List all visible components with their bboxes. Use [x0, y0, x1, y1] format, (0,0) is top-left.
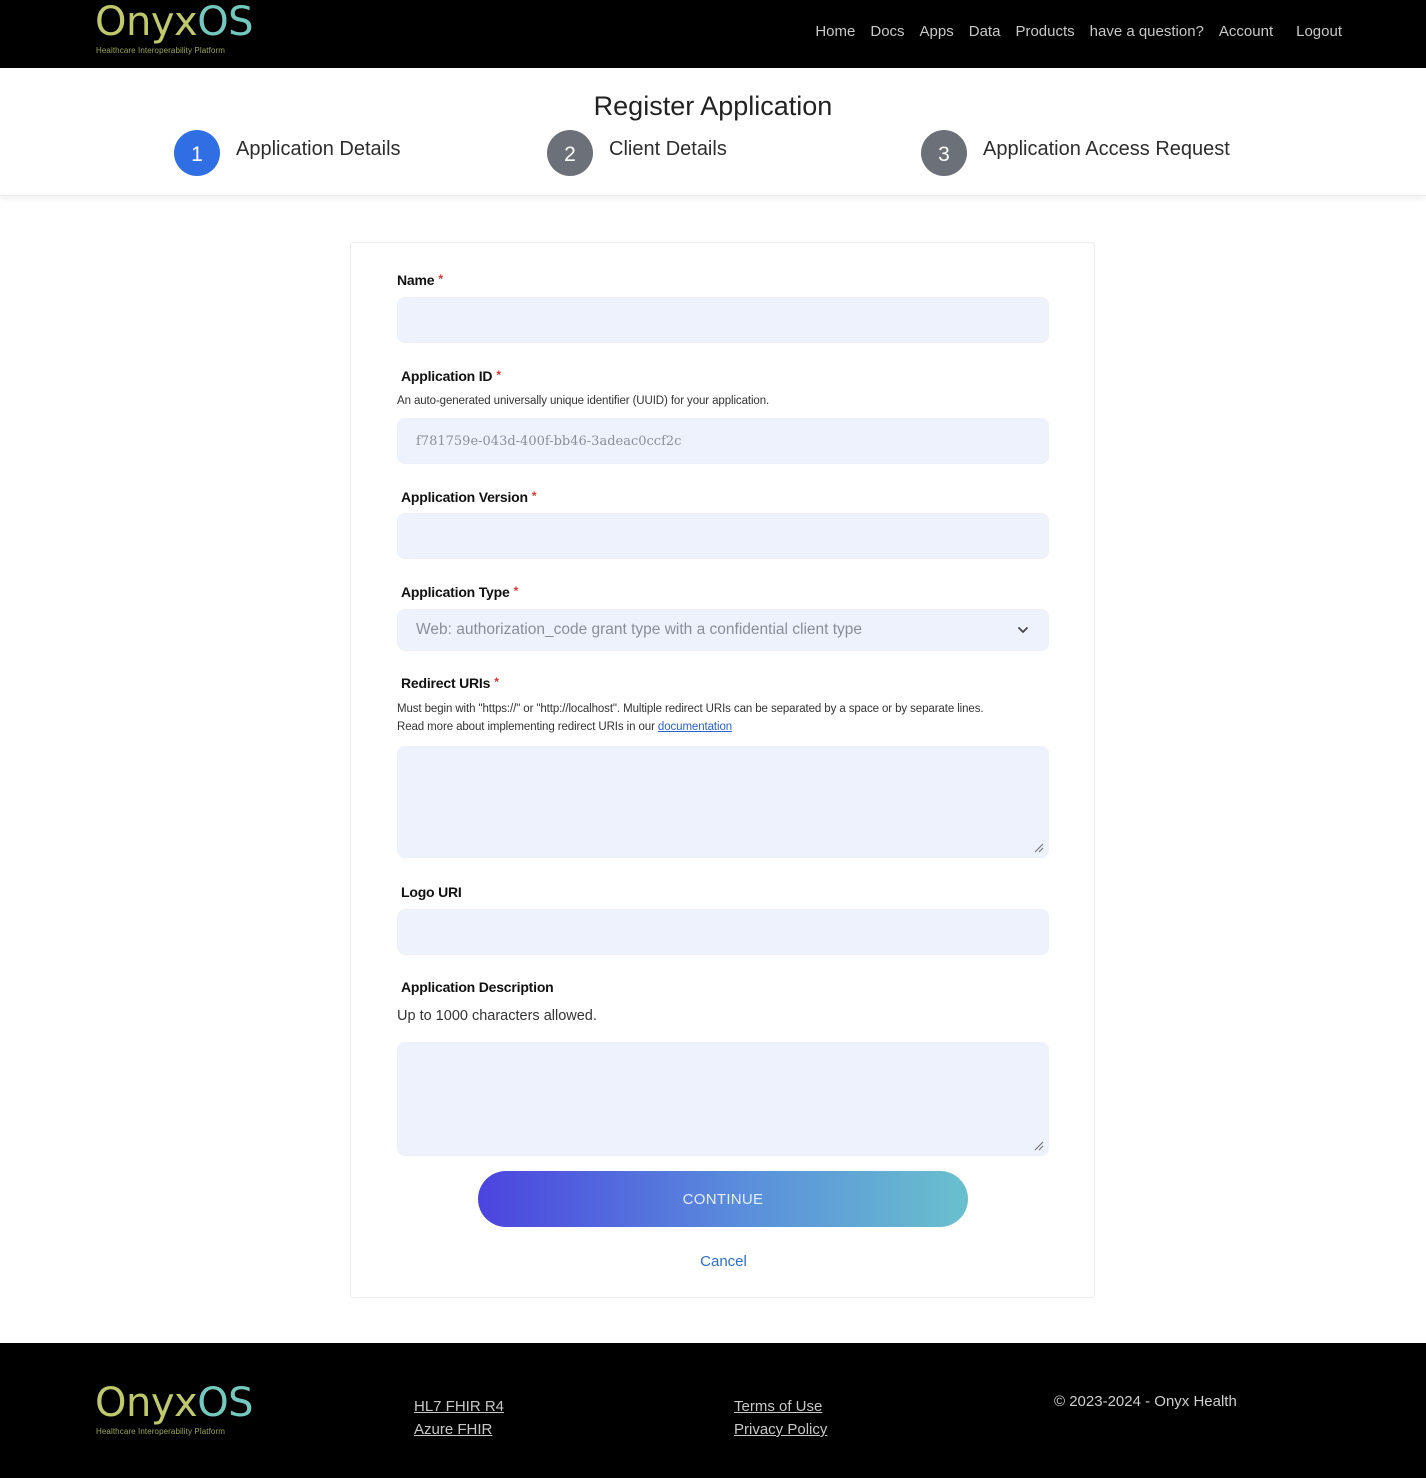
step-client-details: 2 Client Details — [547, 130, 727, 176]
required-marker: * — [494, 675, 499, 689]
nav-docs[interactable]: Docs — [870, 22, 904, 42]
page-footer: OnyxOS Healthcare Interoperability Platf… — [0, 1343, 1426, 1478]
application-id-label: Application ID * — [401, 368, 501, 384]
step-label-3: Application Access Request — [983, 137, 1230, 160]
step-number-2: 2 — [547, 130, 593, 176]
logo-uri-label: Logo URI — [401, 884, 462, 900]
footer-link-terms-of-use[interactable]: Terms of Use — [734, 1395, 827, 1418]
footer-onyxos-logo[interactable]: OnyxOS Healthcare Interoperability Platf… — [95, 1380, 265, 1445]
step-application-access-request: 3 Application Access Request — [921, 130, 1230, 176]
logo-tagline: Healthcare Interoperability Platform — [96, 46, 225, 55]
step-label-1: Application Details — [236, 137, 401, 160]
logo-wordmark: OnyxOS — [95, 1380, 254, 1426]
redirect-uris-help-line2: Read more about implementing redirect UR… — [397, 721, 733, 733]
redirect-uris-textarea[interactable] — [397, 746, 1049, 858]
resize-grip-icon[interactable] — [1032, 1139, 1044, 1151]
logo-wordmark: OnyxOS — [95, 0, 254, 45]
redirect-uris-help-line1: Must begin with "https://" or "http://lo… — [397, 703, 984, 715]
logo-uri-input[interactable] — [397, 909, 1049, 955]
required-marker: * — [438, 272, 443, 286]
nav-data[interactable]: Data — [969, 22, 1001, 42]
step-number-3: 3 — [921, 130, 967, 176]
name-label: Name * — [397, 272, 443, 288]
continue-button[interactable]: CONTINUE — [478, 1171, 968, 1227]
documentation-link[interactable]: documentation — [658, 721, 732, 733]
resize-grip-icon[interactable] — [1032, 841, 1044, 853]
application-type-select[interactable]: Web: authorization_code grant type with … — [397, 609, 1049, 651]
required-marker: * — [531, 489, 537, 503]
nav-account[interactable]: Account — [1219, 22, 1273, 42]
nav-logout[interactable]: Logout — [1296, 22, 1342, 42]
application-id-input[interactable]: f781759e-043d-400f-bb46-3adeac0ccf2c — [397, 418, 1049, 464]
application-version-input[interactable] — [397, 513, 1049, 559]
step-application-details: 1 Application Details — [174, 130, 401, 176]
footer-link-azure-fhir[interactable]: Azure FHIR — [414, 1418, 504, 1441]
nav-apps[interactable]: Apps — [920, 22, 954, 42]
top-navbar: OnyxOS Healthcare Interoperability Platf… — [0, 0, 1426, 68]
nav-home[interactable]: Home — [815, 22, 855, 42]
footer-copyright: © 2023-2024 - Onyx Health — [1054, 1393, 1237, 1410]
chevron-down-icon — [1018, 627, 1028, 633]
main-nav: Home Docs Apps Data Products have a ques… — [800, 22, 1342, 42]
application-type-label: Application Type * — [401, 584, 519, 600]
application-description-label: Application Description — [401, 979, 554, 995]
application-description-textarea[interactable] — [397, 1042, 1049, 1156]
page-header: Register Application 1 Application Detai… — [0, 68, 1426, 196]
required-marker: * — [513, 584, 519, 598]
redirect-uris-label: Redirect URIs * — [401, 675, 499, 691]
footer-link-hl7-fhir-r4[interactable]: HL7 FHIR R4 — [414, 1395, 504, 1418]
cancel-link[interactable]: Cancel — [351, 1253, 1096, 1270]
footer-links-legal: Terms of Use Privacy Policy — [734, 1395, 827, 1441]
registration-form-card: Name * Application ID * An auto-generated … — [350, 242, 1095, 1298]
footer-links-fhir: HL7 FHIR R4 Azure FHIR — [414, 1395, 504, 1441]
page-title: Register Application — [593, 91, 833, 121]
step-number-1: 1 — [174, 130, 220, 176]
application-id-help: An auto-generated universally unique ide… — [397, 395, 770, 407]
step-label-2: Client Details — [609, 137, 727, 160]
application-description-help: Up to 1000 characters allowed. — [397, 1008, 597, 1024]
nav-products[interactable]: Products — [1015, 22, 1074, 42]
required-marker: * — [496, 368, 501, 382]
name-input[interactable] — [397, 297, 1049, 343]
application-type-selected: Web: authorization_code grant type with … — [416, 621, 863, 638]
nav-have-a-question[interactable]: have a question? — [1090, 22, 1204, 42]
logo-tagline: Healthcare Interoperability Platform — [96, 1427, 225, 1436]
footer-link-privacy-policy[interactable]: Privacy Policy — [734, 1418, 827, 1441]
application-version-label: Application Version * — [401, 489, 537, 505]
onyxos-logo[interactable]: OnyxOS Healthcare Interoperability Platf… — [95, 0, 265, 64]
